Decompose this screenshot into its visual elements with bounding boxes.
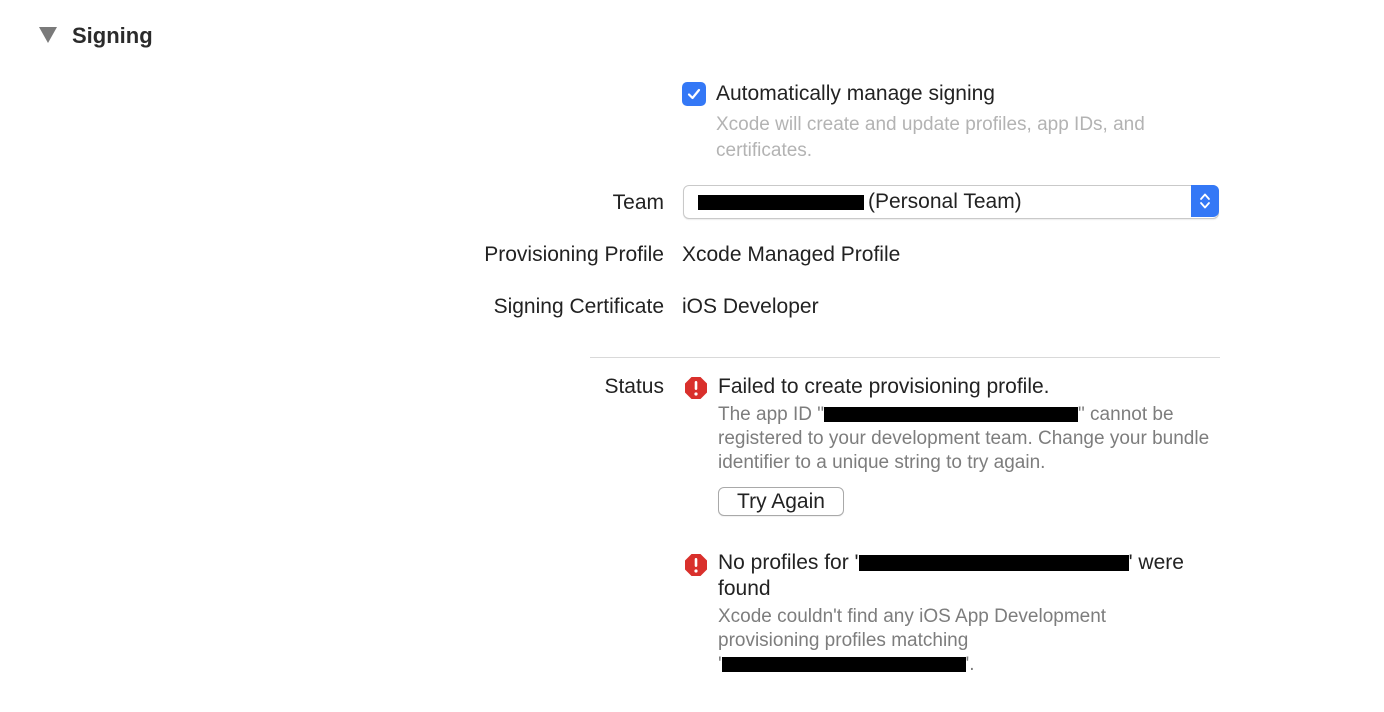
checkmark-icon	[687, 88, 701, 100]
error-body-prefix: The app ID "	[718, 404, 825, 425]
error-body-end-suffix: '.	[965, 654, 975, 675]
status-label: Status	[604, 375, 664, 398]
team-popup[interactable]: (Personal Team)	[683, 185, 1219, 219]
signing-certificate-label: Signing Certificate	[493, 295, 664, 318]
error-body: The app ID " " cannot be registered to yo…	[718, 403, 1218, 475]
disclosure-triangle-icon[interactable]	[39, 27, 57, 43]
redaction-bar	[858, 555, 1129, 572]
error-title: Failed to create provisioning profile.	[718, 375, 1050, 398]
auto-signing-checkbox[interactable]	[682, 82, 706, 106]
error-icon	[684, 376, 708, 405]
redaction-bar	[824, 407, 1079, 423]
team-value-suffix: (Personal Team)	[868, 190, 1022, 213]
auto-signing-help: Xcode will create and update profiles, a…	[716, 114, 1145, 161]
section-title: Signing	[72, 23, 153, 48]
error-title-suffix: ' were	[1128, 551, 1184, 574]
error-title-line2: found	[718, 577, 771, 600]
error-title: No profiles for ' ' were found	[718, 550, 1218, 602]
error-body-text: Xcode couldn't find any iOS App Developm…	[718, 606, 1107, 651]
team-label: Team	[612, 191, 664, 214]
error-body: Xcode couldn't find any iOS App Developm…	[718, 605, 1188, 677]
error-icon	[684, 553, 708, 582]
error-body-mid: " cannot be	[1078, 404, 1174, 425]
try-again-button[interactable]: Try Again	[718, 487, 844, 516]
team-popup-text: (Personal Team)	[698, 188, 1022, 216]
error-title-prefix: No profiles for '	[718, 551, 859, 574]
divider	[590, 357, 1220, 358]
error-body-rest: registered to your development team. Cha…	[718, 428, 1210, 473]
redaction-bar	[721, 657, 966, 673]
provisioning-profile-label: Provisioning Profile	[484, 243, 664, 266]
popup-arrows-icon	[1191, 185, 1219, 217]
provisioning-profile-value: Xcode Managed Profile	[682, 243, 901, 266]
auto-signing-label: Automatically manage signing	[716, 82, 995, 105]
signing-certificate-value: iOS Developer	[682, 295, 819, 318]
redaction-bar	[698, 194, 864, 210]
